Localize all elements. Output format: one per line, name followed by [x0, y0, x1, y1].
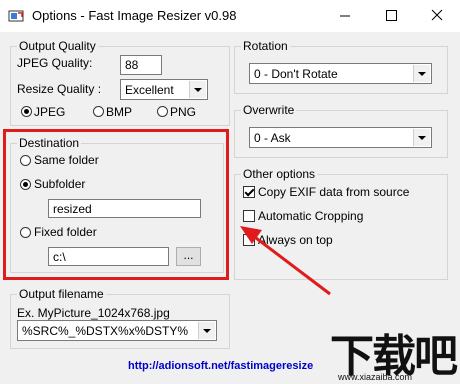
watermark-logo: 下载吧 www.xiazaiba.com	[326, 322, 460, 384]
watermark-url: www.xiazaiba.com	[338, 372, 413, 382]
website-link[interactable]: http://adionsoft.net/fastimageresize	[128, 360, 313, 372]
options-window: Options - Fast Image Resizer v0.98 Outpu…	[0, 0, 460, 384]
